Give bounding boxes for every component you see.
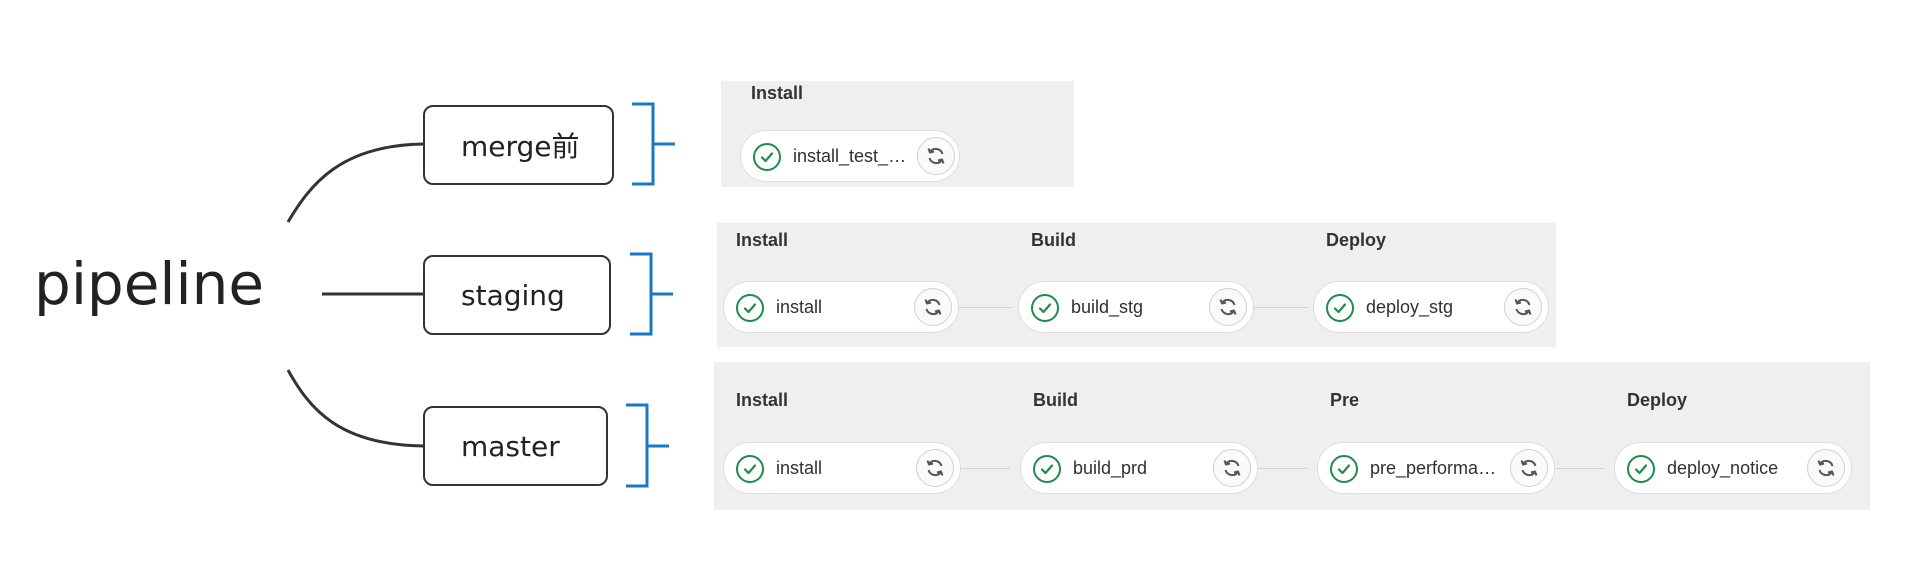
branch-label: merge前 — [461, 130, 580, 163]
stage-title: Deploy — [1627, 390, 1688, 410]
job-card[interactable]: install — [723, 442, 961, 494]
pipeline-panel-merge: Install install_test_lint — [721, 81, 1074, 187]
job-link-line — [1554, 468, 1604, 469]
branch-node-master: master — [423, 406, 608, 486]
job-name[interactable]: install — [776, 458, 906, 479]
pipeline-panel-staging: Install install Build build_stg Deploy d… — [717, 223, 1556, 347]
check-circle-icon — [1031, 294, 1059, 322]
stage-title: Install — [751, 83, 804, 103]
check-circle-icon — [736, 294, 764, 322]
connector-merge — [286, 142, 425, 223]
stage-title: Install — [736, 230, 789, 250]
job-card[interactable]: install_test_lint — [740, 130, 960, 182]
job-link-line — [958, 307, 1013, 308]
branch-label: staging — [461, 278, 565, 312]
branch-label: master — [461, 429, 560, 463]
job-card[interactable]: install — [723, 281, 959, 333]
job-name[interactable]: build_stg — [1071, 297, 1201, 318]
job-card[interactable]: build_prd — [1020, 442, 1258, 494]
bracket-merge — [632, 102, 675, 186]
branch-node-staging: staging — [423, 255, 611, 335]
job-name[interactable]: install_test_lint — [793, 146, 908, 167]
retry-icon[interactable] — [1504, 288, 1542, 326]
job-card[interactable]: deploy_notice — [1614, 442, 1852, 494]
check-circle-icon — [753, 143, 781, 171]
bracket-master — [626, 403, 669, 488]
retry-icon[interactable] — [1510, 449, 1548, 487]
stage-title: Build — [1033, 390, 1078, 410]
check-circle-icon — [736, 455, 764, 483]
check-circle-icon — [1326, 294, 1354, 322]
retry-icon[interactable] — [914, 288, 952, 326]
job-card[interactable]: pre_performance — [1317, 442, 1555, 494]
stage-title: Pre — [1330, 390, 1360, 410]
retry-icon[interactable] — [1213, 449, 1251, 487]
retry-icon[interactable] — [917, 137, 955, 175]
connector-master — [286, 369, 425, 448]
job-link-line — [1257, 468, 1307, 469]
job-name[interactable]: pre_performance — [1370, 458, 1506, 479]
pipeline-panel-master: Install install Build build_prd Pre pre_… — [714, 362, 1870, 510]
stage-title: Build — [1031, 230, 1076, 250]
job-link-line — [960, 468, 1010, 469]
retry-icon[interactable] — [1807, 449, 1845, 487]
branch-node-merge: merge前 — [423, 105, 614, 185]
job-name[interactable]: build_prd — [1073, 458, 1203, 479]
retry-icon[interactable] — [916, 449, 954, 487]
job-name[interactable]: deploy_stg — [1366, 297, 1496, 318]
stage-title: Deploy — [1326, 230, 1387, 250]
check-circle-icon — [1033, 455, 1061, 483]
root-node-pipeline: pipeline — [34, 250, 265, 318]
retry-icon[interactable] — [1209, 288, 1247, 326]
job-name[interactable]: deploy_notice — [1667, 458, 1803, 479]
job-name[interactable]: install — [776, 297, 906, 318]
stage-title: Install — [736, 390, 789, 410]
job-link-line — [1253, 307, 1308, 308]
job-card[interactable]: build_stg — [1018, 281, 1254, 333]
check-circle-icon — [1627, 455, 1655, 483]
bracket-staging — [630, 252, 673, 336]
job-card[interactable]: deploy_stg — [1313, 281, 1549, 333]
check-circle-icon — [1330, 455, 1358, 483]
